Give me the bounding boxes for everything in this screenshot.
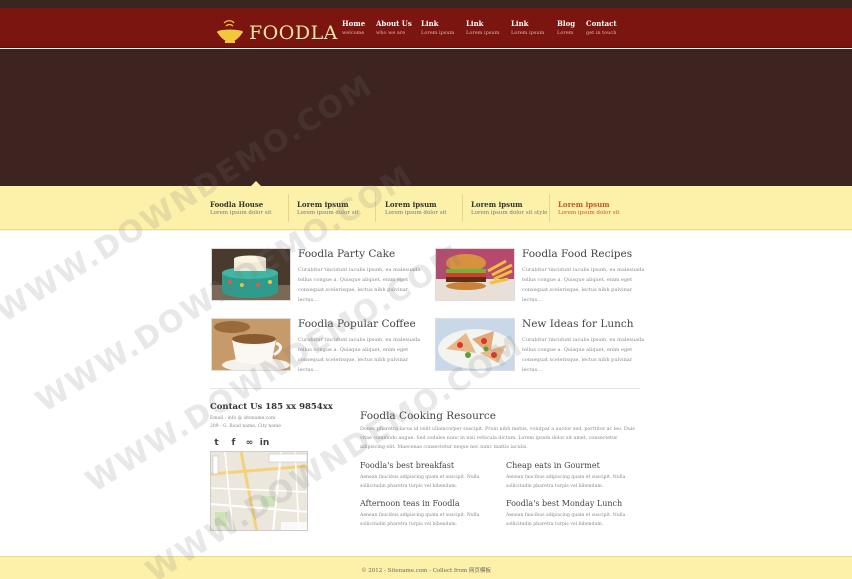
article-title[interactable]: New Ideas for Lunch <box>522 318 634 330</box>
nav-item-title: About Us <box>376 19 412 28</box>
article-excerpt: Curabitur tincidunt iaculis ipsum, eu ma… <box>522 337 645 373</box>
nav-item-subtitle: Lorem ipsum <box>421 30 455 36</box>
location-map[interactable] <box>210 451 308 531</box>
article-excerpt: Curabitur tincidunt iaculis ipsum, eu ma… <box>298 267 421 303</box>
lunch-thumbnail[interactable] <box>435 318 515 371</box>
article-card[interactable]: New Ideas for Lunch Curabitur tincidunt … <box>435 318 645 378</box>
tab-subtitle: Lorem ipsum dolor sit <box>385 210 447 216</box>
linkedin-icon[interactable]: in <box>259 437 270 448</box>
bowl-icon <box>217 20 243 43</box>
resource-item[interactable]: Foodla's best Monday Lunch Aenean faucib… <box>506 499 646 529</box>
resource-item-title[interactable]: Cheap eats in Gourmet <box>506 461 646 470</box>
nav-item-link-3[interactable]: Link Lorem ipsum <box>511 19 557 36</box>
article-card[interactable]: Foodla Food Recipes Curabitur tincidunt … <box>435 248 645 308</box>
tab-subtitle: Lorem ipsum dolor sit style <box>471 210 548 216</box>
section-divider <box>210 388 640 389</box>
site-header: FOODLA Home welcome About Us who we are … <box>0 8 852 48</box>
resource-item[interactable]: Cheap eats in Gourmet Aenean faucibus ad… <box>506 461 646 491</box>
flickr-icon[interactable]: ∞ <box>244 437 255 448</box>
article-title[interactable]: Foodla Popular Coffee <box>298 318 416 330</box>
twitter-icon[interactable]: t <box>211 437 222 448</box>
brand-name: FOODLA <box>249 22 338 44</box>
resource-item-text: Aenean faucibus adipiscing quam et susci… <box>360 475 480 489</box>
nav-item-contact[interactable]: Contact get in touch <box>586 19 632 36</box>
site-footer: © 2012 - Sitename.com - Collect from 网页模… <box>0 556 852 579</box>
tab-title: Lorem ipsum <box>385 200 437 209</box>
tab-title: Lorem ipsum <box>471 200 523 209</box>
resource-item-title[interactable]: Foodla's best breakfast <box>360 461 500 470</box>
nav-item-subtitle: Lorem ipsum <box>511 30 545 36</box>
nav-item-link-2[interactable]: Link Lorem ipsum <box>466 19 512 36</box>
burger-thumbnail[interactable] <box>435 248 515 301</box>
tab-subtitle: Lorem ipsum dolor sit <box>558 210 620 216</box>
nav-item-link-1[interactable]: Link Lorem ipsum <box>421 19 467 36</box>
tab-lorem-1[interactable]: Lorem ipsum Lorem ipsum dolor sit <box>297 200 377 216</box>
nav-item-title: Link <box>466 19 484 28</box>
resource-item-text: Aenean faucibus adipiscing quam et susci… <box>360 513 480 527</box>
article-title[interactable]: Foodla Food Recipes <box>522 248 632 260</box>
main-content: Foodla Party Cake Curabitur tincidunt ia… <box>0 231 852 556</box>
facebook-icon[interactable]: f <box>228 437 239 448</box>
tab-title: Lorem ipsum <box>297 200 349 209</box>
nav-item-about[interactable]: About Us who we are <box>376 19 422 36</box>
contact-title: Contact Us 185 xx 9854xx <box>210 402 333 412</box>
tab-subtitle: Lorem ipsum dolor sit <box>297 210 359 216</box>
tab-divider <box>288 194 289 222</box>
nav-item-subtitle: get in touch <box>586 30 617 36</box>
tab-title: Foodla House <box>210 200 264 209</box>
tab-lorem-3[interactable]: Lorem ipsum Lorem ipsum dolor sit style <box>471 200 551 216</box>
hero-banner <box>0 49 852 186</box>
resource-item[interactable]: Afternoon teas in Foodla Aenean faucibus… <box>360 499 500 529</box>
tab-divider <box>375 194 376 222</box>
resource-item-title[interactable]: Afternoon teas in Foodla <box>360 499 500 508</box>
contact-email[interactable]: Email : info @ sitename.com <box>210 416 275 421</box>
logo[interactable]: FOODLA <box>215 20 338 46</box>
tab-lorem-2[interactable]: Lorem ipsum Lorem ipsum dolor sit <box>385 200 465 216</box>
tab-subtitle: Lorem ipsum dolor sit <box>210 210 272 216</box>
top-strip <box>0 0 852 8</box>
cake-thumbnail[interactable] <box>211 248 291 301</box>
resource-title: Foodla Cooking Resource <box>360 410 496 422</box>
article-excerpt: Curabitur tincidunt iaculis ipsum, eu ma… <box>522 267 645 303</box>
article-excerpt: Curabitur tincidunt iaculis ipsum, eu ma… <box>298 337 421 373</box>
feature-tabs: Foodla House Lorem ipsum dolor sit Lorem… <box>0 186 852 230</box>
tab-lorem-4[interactable]: Lorem ipsum Lorem ipsum dolor sit <box>558 200 638 216</box>
nav-item-title: Link <box>421 19 439 28</box>
resource-item-title[interactable]: Foodla's best Monday Lunch <box>506 499 646 508</box>
tab-foodla-house[interactable]: Foodla House Lorem ipsum dolor sit <box>210 200 290 216</box>
nav-item-title: Link <box>511 19 529 28</box>
nav-item-subtitle: Lorem ipsum <box>466 30 500 36</box>
contact-address: 209 - G. Road name, City name <box>210 424 281 429</box>
tab-title: Lorem ipsum <box>558 200 610 209</box>
resource-item-text: Aenean faucibus adipiscing quam et susci… <box>506 513 626 527</box>
resource-item-text: Aenean faucibus adipiscing quam et susci… <box>506 475 626 489</box>
footer-copyright: © 2012 - Sitename.com - Collect from 网页模… <box>361 568 491 574</box>
nav-item-title: Contact <box>586 19 617 28</box>
coffee-thumbnail[interactable] <box>211 318 291 371</box>
nav-item-subtitle: who we are <box>376 30 406 36</box>
article-title[interactable]: Foodla Party Cake <box>298 248 395 260</box>
resource-item[interactable]: Foodla's best breakfast Aenean faucibus … <box>360 461 500 491</box>
resource-text: Donec pharetra lacus id velit ullamcorpe… <box>360 427 635 450</box>
article-card[interactable]: Foodla Popular Coffee Curabitur tincidun… <box>211 318 421 378</box>
tab-divider <box>462 194 463 222</box>
tab-divider <box>549 194 550 222</box>
article-card[interactable]: Foodla Party Cake Curabitur tincidunt ia… <box>211 248 421 308</box>
